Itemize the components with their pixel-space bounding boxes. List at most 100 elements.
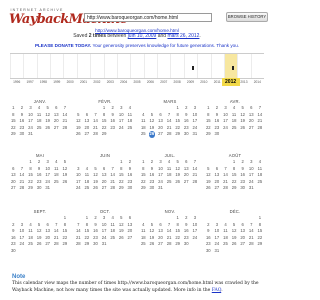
calendar-day: 4	[167, 159, 171, 164]
calendar-day: 22	[175, 234, 180, 240]
last-capture-link[interactable]: mars 26, 2012	[167, 33, 199, 39]
timeline-year-2003[interactable]	[103, 54, 117, 78]
empty-day	[165, 105, 174, 112]
empty-day	[74, 105, 83, 112]
calendar-day: 21	[62, 118, 68, 124]
calendar-day: 16	[183, 118, 189, 124]
empty-day	[156, 215, 165, 222]
calendar-day: 29	[257, 241, 263, 247]
calendar-day: 13	[158, 118, 163, 124]
calendar-day: 19	[118, 228, 124, 234]
timeline-year-2011[interactable]	[210, 54, 224, 78]
timeline-year-2009[interactable]	[183, 54, 197, 78]
calendar-day: 22	[118, 178, 124, 184]
calendar-day: 27	[158, 241, 163, 247]
faq-link[interactable]: FAQ	[212, 288, 221, 293]
calendar-day: 17	[214, 234, 220, 240]
timeline-year-2012[interactable]	[223, 54, 237, 78]
calendar-day: 20	[158, 234, 163, 240]
calendar-day: 25	[36, 124, 42, 130]
calendar-day: 17	[223, 118, 228, 124]
timeline-year-2008[interactable]	[170, 54, 183, 78]
timeline-year-2004[interactable]	[116, 54, 130, 78]
month-name: FÉVR.	[98, 99, 112, 104]
calendar-day: 20	[183, 172, 189, 178]
calendar-day: 1	[120, 159, 123, 164]
url-input[interactable]	[84, 13, 212, 22]
calendar-day: 5	[207, 165, 210, 171]
calendar-day: 13	[240, 228, 245, 234]
donate-banner[interactable]: PLEASE DONATE TODAY. Your generosity pre…	[0, 43, 274, 48]
calendar-day: 31	[192, 131, 198, 137]
calendar-day: 26	[75, 131, 81, 137]
donate-bold: PLEASE DONATE TODAY.	[34, 43, 92, 48]
calendar-day: 8	[142, 165, 145, 171]
calendar-day: 1	[63, 215, 67, 220]
calendar-day: 26	[205, 185, 211, 191]
calendar-day: 29	[84, 241, 90, 247]
calendar-day: 2	[94, 215, 97, 220]
calendar-day: 4	[258, 159, 262, 164]
calendar-day: 16	[127, 172, 133, 178]
month-6: JUIN 1 2 3 4 5 6 7 8 9 10 11 12 13 14 15 16 17 18 19 20 21 22 2…	[74, 152, 136, 192]
calendar-day: 15	[101, 118, 107, 124]
timeline-year-1997[interactable]	[23, 54, 36, 78]
calendar-day: 20	[214, 178, 220, 184]
calendar-day: 18	[36, 118, 42, 124]
timeline-year-2001[interactable]	[76, 54, 90, 78]
browse-history-button[interactable]: BROWSE HISTORY	[226, 12, 268, 22]
calendar-day: 27	[84, 131, 90, 137]
calendar-day: 23	[127, 178, 133, 184]
calendar-day: 25	[166, 178, 172, 184]
calendar-day: 30	[183, 241, 189, 247]
calendar-day: 5	[120, 215, 123, 220]
empty-day	[221, 215, 230, 222]
saved-summary: Saved 2 times between juin 10, 2009 and …	[0, 33, 274, 39]
timeline-year-2005[interactable]	[130, 54, 143, 78]
calendar-day: 8	[207, 111, 210, 117]
empty-day	[139, 215, 148, 222]
snapshot-day[interactable]: 26	[148, 131, 156, 138]
timeline-year-2006[interactable]	[143, 54, 157, 78]
timeline-year-2000[interactable]	[63, 54, 76, 78]
calendar-day: 24	[101, 234, 107, 240]
timeline-year-2002[interactable]	[90, 54, 103, 78]
calendar-day: 2	[185, 215, 188, 220]
calendar-day: 18	[231, 118, 237, 124]
calendar-day: 24	[75, 185, 81, 191]
empty-day	[100, 159, 109, 166]
timeline-year-2007[interactable]	[157, 54, 170, 78]
calendar-day: 21	[53, 234, 59, 240]
calendar-day: 18	[127, 118, 133, 124]
calendar-day: 17	[158, 172, 163, 178]
calendar-day: 30	[214, 131, 220, 137]
calendar-day: 14	[93, 118, 98, 124]
timeline-year-1996[interactable]	[10, 54, 23, 78]
calendar-day: 10	[75, 172, 81, 178]
calendar-day: 19	[231, 234, 237, 240]
timeline-year-1999[interactable]	[50, 54, 63, 78]
timeline-year-1998[interactable]	[36, 54, 50, 78]
calendar-day: 10	[192, 111, 198, 117]
calendar-day: 20	[248, 118, 254, 124]
timeline-label-2014[interactable]: 2014	[248, 80, 266, 84]
year-timeline[interactable]	[10, 53, 264, 79]
calendar-day: 30	[19, 131, 25, 137]
timeline-year-2010[interactable]	[197, 54, 210, 78]
empty-day	[91, 159, 100, 166]
calendar-day: 13	[101, 172, 107, 178]
empty-day	[18, 159, 27, 166]
first-capture-link[interactable]: juin 10, 2009	[128, 33, 157, 39]
calendar-day: 24	[223, 124, 228, 130]
calendar-day: 24	[158, 178, 163, 184]
calendar-day: 14	[53, 228, 59, 234]
calendar-day: 30	[36, 185, 42, 191]
calendar-day: 9	[111, 111, 114, 117]
calendar-day: 8	[232, 165, 236, 171]
calendar-day: 12	[45, 111, 50, 117]
timeline-year-2013[interactable]	[237, 54, 250, 78]
calendar-day: 11	[231, 111, 237, 117]
calendar-day: 13	[214, 172, 220, 178]
timeline-year-2014[interactable]	[250, 54, 264, 78]
calendar-day: 16	[10, 234, 16, 240]
